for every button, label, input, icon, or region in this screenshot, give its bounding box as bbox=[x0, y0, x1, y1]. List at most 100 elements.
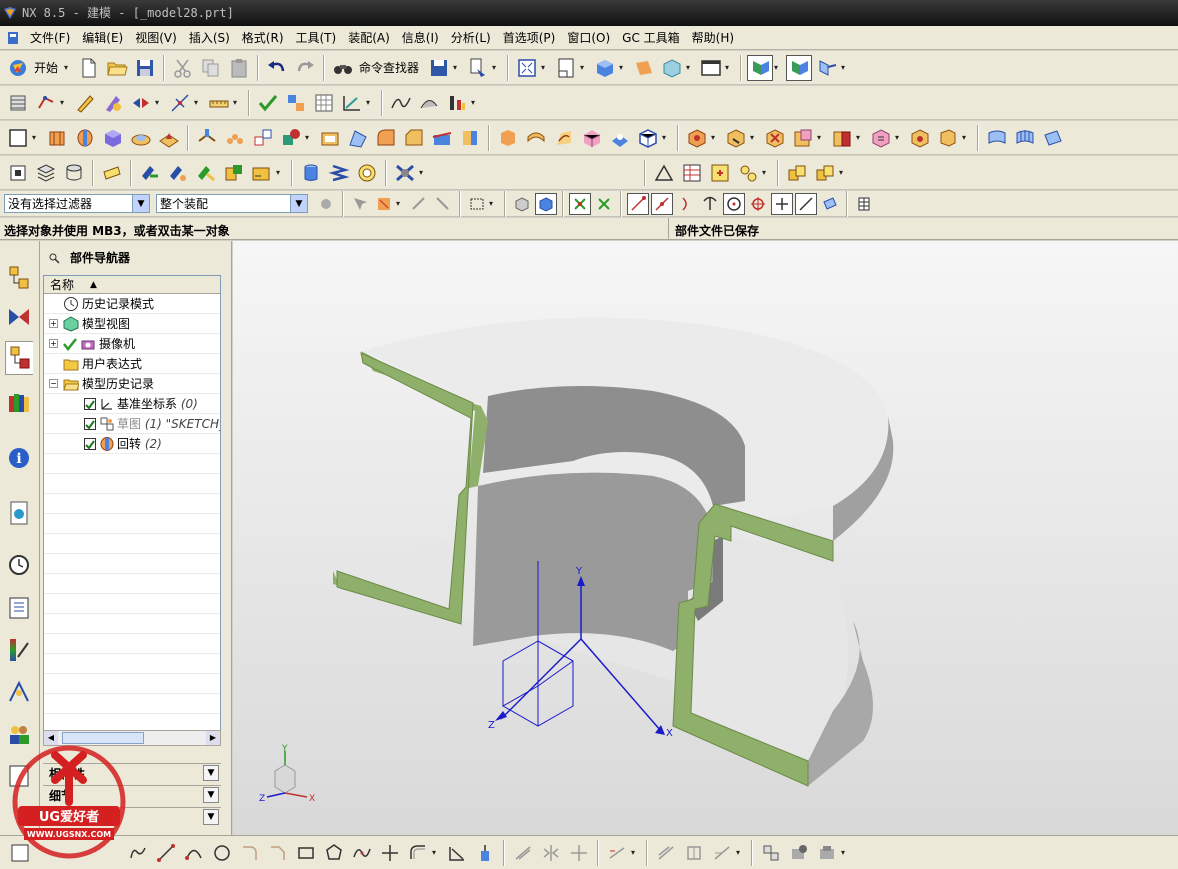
column-header-name[interactable]: 名称 ▲ bbox=[44, 276, 220, 294]
delete-face-icon[interactable] bbox=[762, 125, 788, 151]
intersection-curve-icon[interactable] bbox=[566, 840, 592, 866]
split-body-icon[interactable] bbox=[457, 125, 483, 151]
unite-icon[interactable] bbox=[250, 125, 276, 151]
select-faces-icon[interactable] bbox=[511, 193, 533, 215]
assembly-constraint-icon[interactable] bbox=[193, 160, 219, 186]
show-hide-icon[interactable] bbox=[100, 90, 126, 116]
constraint-navigator-icon[interactable] bbox=[5, 301, 33, 335]
properties-icon[interactable] bbox=[465, 55, 491, 81]
wcs-dynamic-icon[interactable] bbox=[747, 54, 774, 81]
alternate-solution-icon[interactable] bbox=[758, 840, 784, 866]
wave-link-icon[interactable] bbox=[339, 90, 365, 116]
binoculars-icon[interactable] bbox=[330, 55, 356, 81]
component-group-icon[interactable] bbox=[812, 160, 838, 186]
subtract-icon[interactable] bbox=[278, 125, 304, 151]
triangle-icon[interactable] bbox=[651, 160, 677, 186]
end-point-icon[interactable] bbox=[627, 192, 649, 215]
snap-options-icon[interactable] bbox=[593, 193, 615, 215]
intersection-point-icon[interactable] bbox=[699, 193, 721, 215]
fillet-icon[interactable] bbox=[237, 840, 263, 866]
group-face-icon[interactable] bbox=[935, 125, 961, 151]
menu-information[interactable]: 信息(I) bbox=[396, 29, 445, 46]
reuse-library-icon[interactable] bbox=[707, 160, 733, 186]
spring-icon[interactable] bbox=[326, 160, 352, 186]
offset-face-icon[interactable] bbox=[495, 125, 521, 151]
assembly-navigator-icon[interactable] bbox=[5, 261, 33, 295]
derived-line-icon[interactable] bbox=[510, 840, 536, 866]
clipboard-icon[interactable] bbox=[99, 160, 125, 186]
tree-row-sketch[interactable]: 草图 (1) "SKETCH_ bbox=[44, 414, 220, 434]
menu-help[interactable]: 帮助(H) bbox=[686, 29, 740, 46]
visibility-checkbox[interactable] bbox=[84, 397, 96, 410]
info-web-browser-icon[interactable]: i bbox=[5, 441, 33, 475]
visibility-checkbox[interactable] bbox=[84, 417, 96, 430]
chamfer-icon[interactable] bbox=[401, 125, 427, 151]
menu-window[interactable]: 窗口(O) bbox=[561, 29, 616, 46]
block-icon[interactable] bbox=[100, 125, 126, 151]
view-layers-icon[interactable] bbox=[61, 160, 87, 186]
tree-row-user-expressions[interactable]: 用户表达式 bbox=[44, 354, 220, 374]
geometric-constraints-icon[interactable] bbox=[653, 840, 679, 866]
background-icon[interactable] bbox=[698, 55, 724, 81]
process-studio-icon[interactable] bbox=[5, 675, 33, 709]
datum-plane-icon[interactable] bbox=[194, 125, 220, 151]
transform-icon[interactable] bbox=[128, 90, 154, 116]
profile-icon[interactable] bbox=[125, 840, 151, 866]
table-icon[interactable] bbox=[679, 160, 705, 186]
offset-region-icon[interactable] bbox=[868, 125, 894, 151]
chevron-down-icon[interactable]: ▼ bbox=[203, 787, 219, 803]
quick-trim-icon[interactable] bbox=[444, 840, 470, 866]
offset-curve-icon[interactable] bbox=[405, 840, 431, 866]
menu-gc-toolkit[interactable]: GC 工具箱 bbox=[616, 29, 686, 46]
sketch-icon[interactable] bbox=[5, 125, 31, 151]
type-filter-select[interactable]: 没有选择过滤器 ▼ bbox=[4, 194, 150, 213]
copy-icon[interactable] bbox=[198, 55, 224, 81]
quadrant-point-icon[interactable] bbox=[747, 193, 769, 215]
explode-view-icon[interactable] bbox=[249, 160, 275, 186]
pad-icon[interactable] bbox=[128, 125, 154, 151]
point-icon[interactable] bbox=[377, 840, 403, 866]
shaded-cube-icon[interactable] bbox=[592, 55, 618, 81]
navigator-tree[interactable]: 名称 ▲ 历史记录模式 + 模型视图 + 摄像机 用户表达式 − 模型历史记录 bbox=[43, 275, 221, 745]
move-component-icon[interactable] bbox=[165, 160, 191, 186]
pattern-feature-icon[interactable] bbox=[222, 125, 248, 151]
chevron-down-icon[interactable]: ▼ bbox=[203, 809, 219, 825]
scroll-right-icon[interactable]: ▶ bbox=[206, 731, 220, 745]
line-icon[interactable] bbox=[153, 840, 179, 866]
redo-icon[interactable] bbox=[292, 55, 318, 81]
paste-icon[interactable] bbox=[226, 55, 252, 81]
curve-on-face-icon[interactable] bbox=[551, 125, 577, 151]
collapse-icon[interactable]: − bbox=[49, 379, 58, 388]
point-constructor-icon[interactable] bbox=[167, 90, 193, 116]
visibility-checkbox[interactable] bbox=[84, 437, 96, 450]
studio-spline-icon[interactable] bbox=[349, 840, 375, 866]
surface-grid-icon[interactable] bbox=[984, 125, 1010, 151]
existing-point-icon[interactable] bbox=[771, 192, 793, 215]
extrude-icon[interactable] bbox=[44, 125, 70, 151]
deviation-icon[interactable] bbox=[444, 90, 470, 116]
spreadsheet-icon[interactable] bbox=[311, 90, 337, 116]
control-point-icon[interactable] bbox=[675, 193, 697, 215]
cut-icon[interactable] bbox=[170, 55, 196, 81]
sketch-settings-icon[interactable] bbox=[814, 840, 840, 866]
show-constraints-icon[interactable] bbox=[709, 840, 735, 866]
select-features-icon[interactable] bbox=[349, 193, 371, 215]
expand-icon[interactable]: + bbox=[49, 319, 58, 328]
dimension-constraint-icon[interactable] bbox=[681, 840, 707, 866]
drawing-sheet-icon[interactable] bbox=[553, 55, 579, 81]
through-curves-icon[interactable] bbox=[1012, 125, 1038, 151]
measure-distance-icon[interactable] bbox=[206, 90, 232, 116]
expand-icon[interactable]: + bbox=[49, 339, 58, 348]
snap-point-icon[interactable] bbox=[569, 192, 591, 215]
menu-format[interactable]: 格式(R) bbox=[236, 29, 290, 46]
curve-analysis-icon[interactable] bbox=[388, 90, 414, 116]
history-palette-icon[interactable] bbox=[5, 496, 33, 530]
move-to-layer-icon[interactable] bbox=[33, 90, 59, 116]
tree-row-history-mode[interactable]: 历史记录模式 bbox=[44, 294, 220, 314]
chevron-down-icon[interactable]: ▼ bbox=[290, 195, 307, 212]
menu-analysis[interactable]: 分析(L) bbox=[445, 29, 497, 46]
reposition-icon[interactable] bbox=[221, 160, 247, 186]
pin-icon[interactable] bbox=[48, 252, 60, 264]
new-file-icon[interactable] bbox=[76, 55, 102, 81]
mesh-surface-icon[interactable] bbox=[579, 125, 605, 151]
